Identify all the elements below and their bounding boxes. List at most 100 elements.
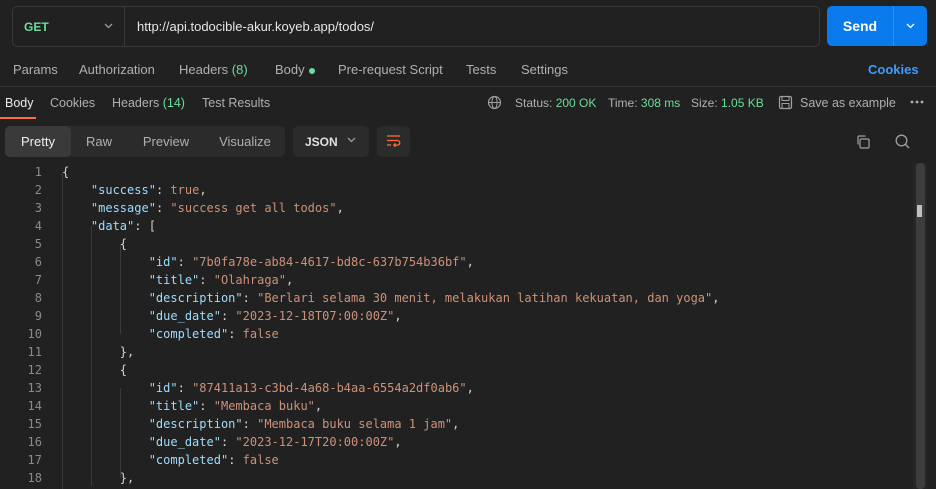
time-value: 308 ms (640, 96, 681, 110)
line-number: 3 (34, 201, 42, 215)
tab-params[interactable]: Params (13, 62, 58, 77)
postman-window: GET Send Params Authorization Headers (8… (0, 0, 936, 489)
body-indicator-dot (308, 67, 315, 74)
code-line: 13 "id": "87411a13-c3bd-4a68-b4aa-6554a2… (0, 379, 912, 397)
view-visualize-button[interactable]: Visualize (205, 126, 285, 157)
response-headers-count: (14) (162, 96, 185, 110)
size-value: 1.05 KB (721, 96, 764, 110)
tab-response-headers[interactable]: Headers (14) (112, 96, 185, 110)
code-line-text: "description": "Berlari selama 30 menit,… (148, 291, 720, 305)
code-line-text: "due_date": "2023-12-18T07:00:00Z", (148, 309, 402, 323)
code-line: 17 "completed": false (0, 451, 912, 469)
time-readout[interactable]: Time: 308 ms (608, 96, 680, 110)
request-tabs: Params Authorization Headers (8) Body Pr… (0, 56, 936, 84)
code-line-text: "success": true, (90, 183, 207, 197)
line-number: 15 (27, 417, 42, 431)
code-line-text: { (62, 363, 128, 377)
tab-authorization[interactable]: Authorization (79, 62, 155, 77)
request-url-bar: GET (12, 6, 820, 47)
divider (0, 86, 936, 87)
tab-response-body[interactable]: Body (5, 96, 34, 110)
line-number: 17 (27, 453, 42, 467)
code-line-text: { (62, 165, 70, 179)
format-label: JSON (305, 134, 338, 149)
tab-body[interactable]: Body (275, 62, 315, 77)
wrap-lines-icon (385, 133, 402, 151)
line-number: 10 (27, 327, 42, 341)
code-line-text: "message": "success get all todos", (90, 201, 344, 215)
code-line: 10 "completed": false (0, 325, 912, 343)
code-line: 15 "description": "Membaca buku selama 1… (0, 415, 912, 433)
tab-tests[interactable]: Tests (466, 62, 496, 77)
line-number: 14 (27, 399, 42, 413)
send-button-group: Send (827, 6, 927, 46)
globe-icon[interactable] (487, 95, 502, 110)
active-tab-underline (0, 117, 36, 119)
line-number: 18 (27, 471, 42, 485)
line-number: 6 (34, 255, 42, 269)
status-label: Status: (515, 96, 553, 110)
code-line-text: "due_date": "2023-12-17T20:00:00Z", (148, 435, 402, 449)
save-as-example-button[interactable]: Save as example (800, 96, 896, 110)
status-value: 200 OK (555, 96, 597, 110)
code-line: 7 "title": "Olahraga", (0, 271, 912, 289)
send-options-button[interactable] (893, 6, 927, 46)
line-number: 8 (34, 291, 42, 305)
code-line-text: "id": "87411a13-c3bd-4a68-b4aa-6554a2df0… (148, 381, 474, 395)
response-body-editor[interactable]: 1{2 "success": true, 3 "message": "succes… (0, 163, 912, 489)
size-readout[interactable]: Size: 1.05 KB (691, 96, 764, 110)
code-line: 1{ (0, 163, 912, 181)
chevron-down-icon (346, 134, 357, 148)
chevron-down-icon (103, 20, 114, 34)
view-raw-button[interactable]: Raw (71, 126, 127, 157)
code-line-text: }, (62, 471, 135, 485)
tab-response-headers-label: Headers (112, 96, 160, 110)
search-icon[interactable] (894, 133, 911, 150)
view-mode-segmented: Pretty Raw Preview Visualize (5, 126, 285, 157)
view-preview-button[interactable]: Preview (127, 126, 205, 157)
format-select[interactable]: JSON (293, 126, 369, 157)
time-label: Time: (608, 96, 638, 110)
scroll-position-marker (917, 205, 922, 217)
code-line: 11 }, (0, 343, 912, 361)
code-line-text: "title": "Olahraga", (148, 273, 294, 287)
method-select[interactable]: GET (13, 7, 125, 46)
tab-response-cookies[interactable]: Cookies (50, 96, 95, 110)
size-label: Size: (691, 96, 718, 110)
line-number: 5 (34, 237, 42, 251)
code-line-text: "title": "Membaca buku", (148, 399, 323, 413)
cookies-link[interactable]: Cookies (868, 62, 919, 77)
tab-test-results[interactable]: Test Results (202, 96, 270, 110)
chevron-down-icon (905, 19, 916, 34)
code-line-text: "id": "7b0fa78e-ab84-4617-bd8c-637b754b3… (148, 255, 474, 269)
code-line: 2 "success": true, (0, 181, 912, 199)
code-line: 4 "data": [ (0, 217, 912, 235)
send-button[interactable]: Send (827, 6, 893, 46)
line-number: 16 (27, 435, 42, 449)
line-number: 1 (34, 165, 42, 179)
line-number: 9 (34, 309, 42, 323)
wrap-lines-button[interactable] (377, 126, 410, 157)
response-tabs: Body Cookies Headers (14) Test Results S… (0, 88, 936, 119)
code-line: 16 "due_date": "2023-12-17T20:00:00Z", (0, 433, 912, 451)
url-input[interactable] (125, 7, 819, 46)
line-number: 12 (27, 363, 42, 377)
headers-count: (8) (231, 62, 248, 77)
line-number: 7 (34, 273, 42, 287)
method-label: GET (24, 19, 49, 34)
status-readout[interactable]: Status: 200 OK (515, 96, 596, 110)
code-line-text: { (62, 237, 128, 251)
tab-settings[interactable]: Settings (521, 62, 568, 77)
code-line-text: "completed": false (148, 327, 279, 341)
line-number: 13 (27, 381, 42, 395)
code-line: 3 "message": "success get all todos", (0, 199, 912, 217)
tab-body-label: Body (275, 62, 305, 77)
code-line-text: "description": "Membaca buku selama 1 ja… (148, 417, 460, 431)
line-number: 11 (27, 345, 42, 359)
view-pretty-button[interactable]: Pretty (5, 126, 71, 157)
tab-pre-request-script[interactable]: Pre-request Script (338, 62, 443, 77)
tab-headers[interactable]: Headers (8) (179, 62, 248, 77)
code-line: 14 "title": "Membaca buku", (0, 397, 912, 415)
copy-icon[interactable] (855, 134, 871, 150)
more-horizontal-icon[interactable] (909, 93, 925, 112)
